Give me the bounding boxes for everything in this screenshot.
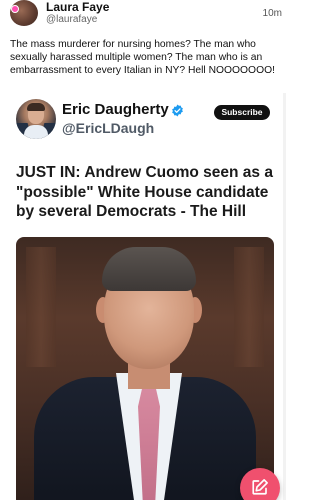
compose-button[interactable] bbox=[240, 468, 280, 500]
embed-headline: JUST IN: Andrew Cuomo seen as a "possibl… bbox=[16, 164, 273, 220]
embedded-post[interactable]: Eric Daugherty @EricLDaugh Subscribe JUS… bbox=[10, 93, 280, 500]
verified-badge-icon bbox=[171, 104, 184, 117]
post-timestamp: 10m bbox=[262, 8, 282, 19]
author-avatar[interactable] bbox=[10, 0, 38, 26]
subscribe-button[interactable]: Subscribe bbox=[214, 105, 270, 120]
embed-author-avatar[interactable] bbox=[16, 99, 56, 139]
embed-photo[interactable] bbox=[16, 237, 274, 500]
author-name[interactable]: Laura Faye bbox=[46, 0, 109, 14]
embed-author-handle[interactable]: @EricLDaugh bbox=[62, 120, 154, 136]
author-handle[interactable]: @laurafaye bbox=[46, 14, 97, 25]
scroll-track bbox=[283, 93, 286, 500]
embed-author-name[interactable]: Eric Daugherty bbox=[62, 101, 169, 118]
post-header: Laura Faye @laurafaye 10m bbox=[10, 0, 282, 30]
post-text: The mass murderer for nursing homes? The… bbox=[10, 39, 275, 76]
avatar-badge-icon bbox=[11, 5, 19, 13]
